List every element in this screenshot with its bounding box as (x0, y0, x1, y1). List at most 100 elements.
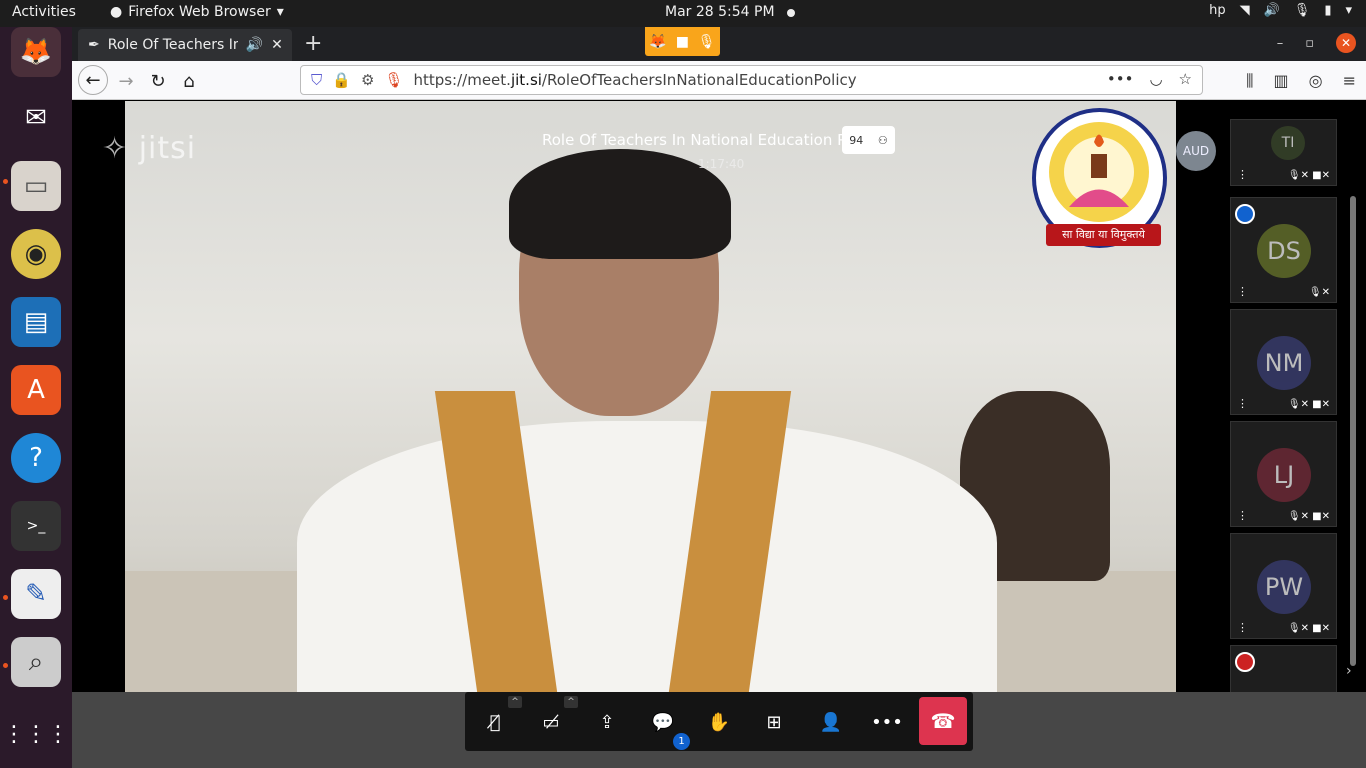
running-indicator (3, 663, 8, 668)
recording-icon (1235, 652, 1255, 672)
close-tab-icon[interactable]: ✕ (271, 37, 283, 53)
meeting-toolbox: 🎙̸ ^ ▭̸ ^ ⇪ 💬 1 ✋ ⊞ 👤 ••• ☎ (465, 692, 973, 751)
raise-hand-icon[interactable]: ✋ (699, 702, 739, 742)
moderator-icon (1235, 204, 1255, 224)
system-tray[interactable]: hp ◥ 🔊 🎙 ▮ ▾ (1209, 3, 1352, 18)
pocket-icon[interactable]: ◡ (1149, 70, 1162, 88)
dock: 🦊 ✉ ▭ ◉ ▤ A ? >_ ✎ ⌕ ⋮⋮⋮ (0, 27, 72, 768)
help-icon[interactable]: ? (11, 433, 61, 483)
thumbnail-menu-icon[interactable]: ⋮ (1237, 509, 1248, 522)
participant-avatar: DS (1257, 224, 1311, 278)
bookmark-star-icon[interactable]: ☆ (1179, 70, 1192, 88)
terminal-icon[interactable]: >_ (11, 501, 61, 551)
lock-icon[interactable]: 🔒 (332, 71, 351, 89)
maximize-button[interactable]: ▫ (1305, 36, 1314, 51)
software-icon[interactable]: A (11, 365, 61, 415)
muted-icons: 🎙✕ ■✕ (1287, 170, 1330, 181)
speaker-body (297, 421, 997, 692)
rhythmbox-icon[interactable]: ◉ (11, 229, 61, 279)
firefox-icon[interactable]: 🦊 (11, 27, 61, 77)
hamburger-menu-icon[interactable]: ≡ (1343, 71, 1356, 91)
microphone-muted-icon[interactable]: 🎙̸ (475, 702, 515, 742)
chevron-down-icon: ▾ (1345, 3, 1352, 18)
permissions-icon[interactable]: ⚙ (361, 71, 374, 89)
participant-thumbnail[interactable] (1230, 645, 1337, 692)
speaker-icon[interactable]: 🔊 (246, 37, 263, 53)
clock[interactable]: Mar 28 5:54 PM (665, 4, 775, 20)
muted-icons: 🎙✕ ■✕ (1287, 511, 1330, 522)
shield-icon[interactable]: ⛉ (311, 71, 322, 89)
url-text: https://meet.jit.si/RoleOfTeachersInNati… (413, 71, 857, 89)
system-top-bar: Activities ● Firefox Web Browser ▾ Mar 2… (0, 0, 1366, 27)
audio-settings-caret[interactable]: ^ (508, 696, 522, 708)
reload-button[interactable]: ↻ (144, 67, 172, 95)
tile-view-icon[interactable]: ⊞ (754, 702, 794, 742)
app-menu-label: Firefox Web Browser (128, 4, 271, 20)
camera-off-icon[interactable]: ▭̸ (531, 702, 571, 742)
screen-share-icon[interactable]: ⇪ (587, 702, 627, 742)
participant-avatar: PW (1257, 560, 1311, 614)
sidebar-icon[interactable]: ▥ (1274, 71, 1289, 91)
apps-grid-icon[interactable]: ⋮⋮⋮ (3, 709, 69, 759)
jitsi-watermark[interactable]: ✧ jitsi (102, 131, 196, 166)
more-actions-icon[interactable]: ••• (867, 702, 907, 742)
battery-icon: ▮ (1324, 3, 1332, 18)
microphone-icon[interactable]: 🎙 (384, 71, 403, 89)
chat-unread-badge: 1 (673, 733, 690, 750)
screenshot-icon[interactable]: ⌕ (11, 637, 61, 687)
sharing-indicator[interactable]: 🦊 ■ 🎙 (645, 27, 720, 56)
firefox-icon: 🦊 (649, 33, 667, 50)
account-icon[interactable]: ◎ (1309, 71, 1323, 91)
thunderbird-icon[interactable]: ✉ (11, 93, 61, 143)
chevron-down-icon: ▾ (276, 4, 284, 20)
thumbnail-menu-icon[interactable]: ⋮ (1237, 285, 1248, 298)
participant-thumbnail[interactable]: LJ ⋮ 🎙✕ ■✕ (1230, 421, 1337, 527)
new-tab-button[interactable]: + (304, 31, 322, 56)
minimize-button[interactable]: – (1277, 36, 1284, 51)
volume-icon: 🔊 (1263, 3, 1280, 18)
audio-only-badge[interactable]: AUD (1176, 131, 1216, 171)
page-actions-icon[interactable]: ••• (1107, 70, 1134, 88)
url-bar[interactable]: ⛉ 🔒 ⚙ 🎙 https://meet.jit.si/RoleOfTeache… (300, 65, 1203, 95)
hangup-button[interactable]: ☎ (919, 697, 967, 745)
forward-button[interactable]: → (112, 67, 140, 95)
app-menu[interactable]: ● Firefox Web Browser ▾ (110, 4, 284, 20)
muted-icons: 🎙✕ ■✕ (1287, 623, 1330, 634)
window-controls: – ▫ ✕ (1277, 33, 1356, 53)
library-icon[interactable]: ⫼ (1246, 71, 1253, 91)
participant-thumbnail[interactable]: PW ⋮ 🎙✕ ■✕ (1230, 533, 1337, 639)
participant-count[interactable]: 94 ⚇ (842, 126, 895, 154)
filmstrip-scrollbar[interactable] (1350, 196, 1356, 666)
participant-thumbnail[interactable]: TI ⋮ 🎙✕ ■✕ (1230, 119, 1337, 186)
text-editor-icon[interactable]: ✎ (11, 569, 61, 619)
participant-thumbnail[interactable]: NM ⋮ 🎙✕ ■✕ (1230, 309, 1337, 415)
participant-avatar: LJ (1257, 448, 1311, 502)
notification-dot (787, 9, 795, 17)
invite-people-icon[interactable]: 👤 (811, 702, 851, 742)
large-video[interactable]: ✧ jitsi Role Of Teachers In National Edu… (72, 101, 1228, 692)
filmstrip: TI ⋮ 🎙✕ ■✕ DS ⋮ 🎙✕ NM ⋮ 🎙✕ ■✕ LJ ⋮ 🎙✕ ■✕… (1228, 101, 1366, 692)
writer-icon[interactable]: ▤ (11, 297, 61, 347)
files-icon[interactable]: ▭ (11, 161, 61, 211)
close-window-button[interactable]: ✕ (1336, 33, 1356, 53)
camera-icon: ■ (675, 33, 689, 50)
video-settings-caret[interactable]: ^ (564, 696, 578, 708)
thumbnail-menu-icon[interactable]: ⋮ (1237, 168, 1248, 181)
participant-thumbnail[interactable]: DS ⋮ 🎙✕ (1230, 197, 1337, 303)
home-button[interactable]: ⌂ (175, 67, 203, 95)
jitsi-favicon-icon: ✒ (88, 37, 100, 53)
browser-tab[interactable]: ✒ Role Of Teachers In Na 🔊 ✕ (78, 29, 292, 61)
participant-avatar: NM (1257, 336, 1311, 390)
wifi-icon: ◥ (1239, 3, 1250, 18)
thumbnail-menu-icon[interactable]: ⋮ (1237, 621, 1248, 634)
chevron-right-icon[interactable]: › (1346, 663, 1352, 679)
muted-icons: 🎙✕ ■✕ (1287, 399, 1330, 410)
back-button[interactable]: ← (78, 65, 108, 95)
running-indicator (3, 179, 8, 184)
participants-icon: ⚇ (877, 133, 888, 147)
activities-button[interactable]: Activities (12, 4, 76, 20)
thumbnail-menu-icon[interactable]: ⋮ (1237, 397, 1248, 410)
logo-motto: सा विद्या या विमुक्तये (1046, 224, 1161, 246)
meeting-area: ✧ jitsi Role Of Teachers In National Edu… (72, 101, 1366, 768)
organization-logo: सा विद्या या विमुक्तये (1032, 108, 1167, 248)
